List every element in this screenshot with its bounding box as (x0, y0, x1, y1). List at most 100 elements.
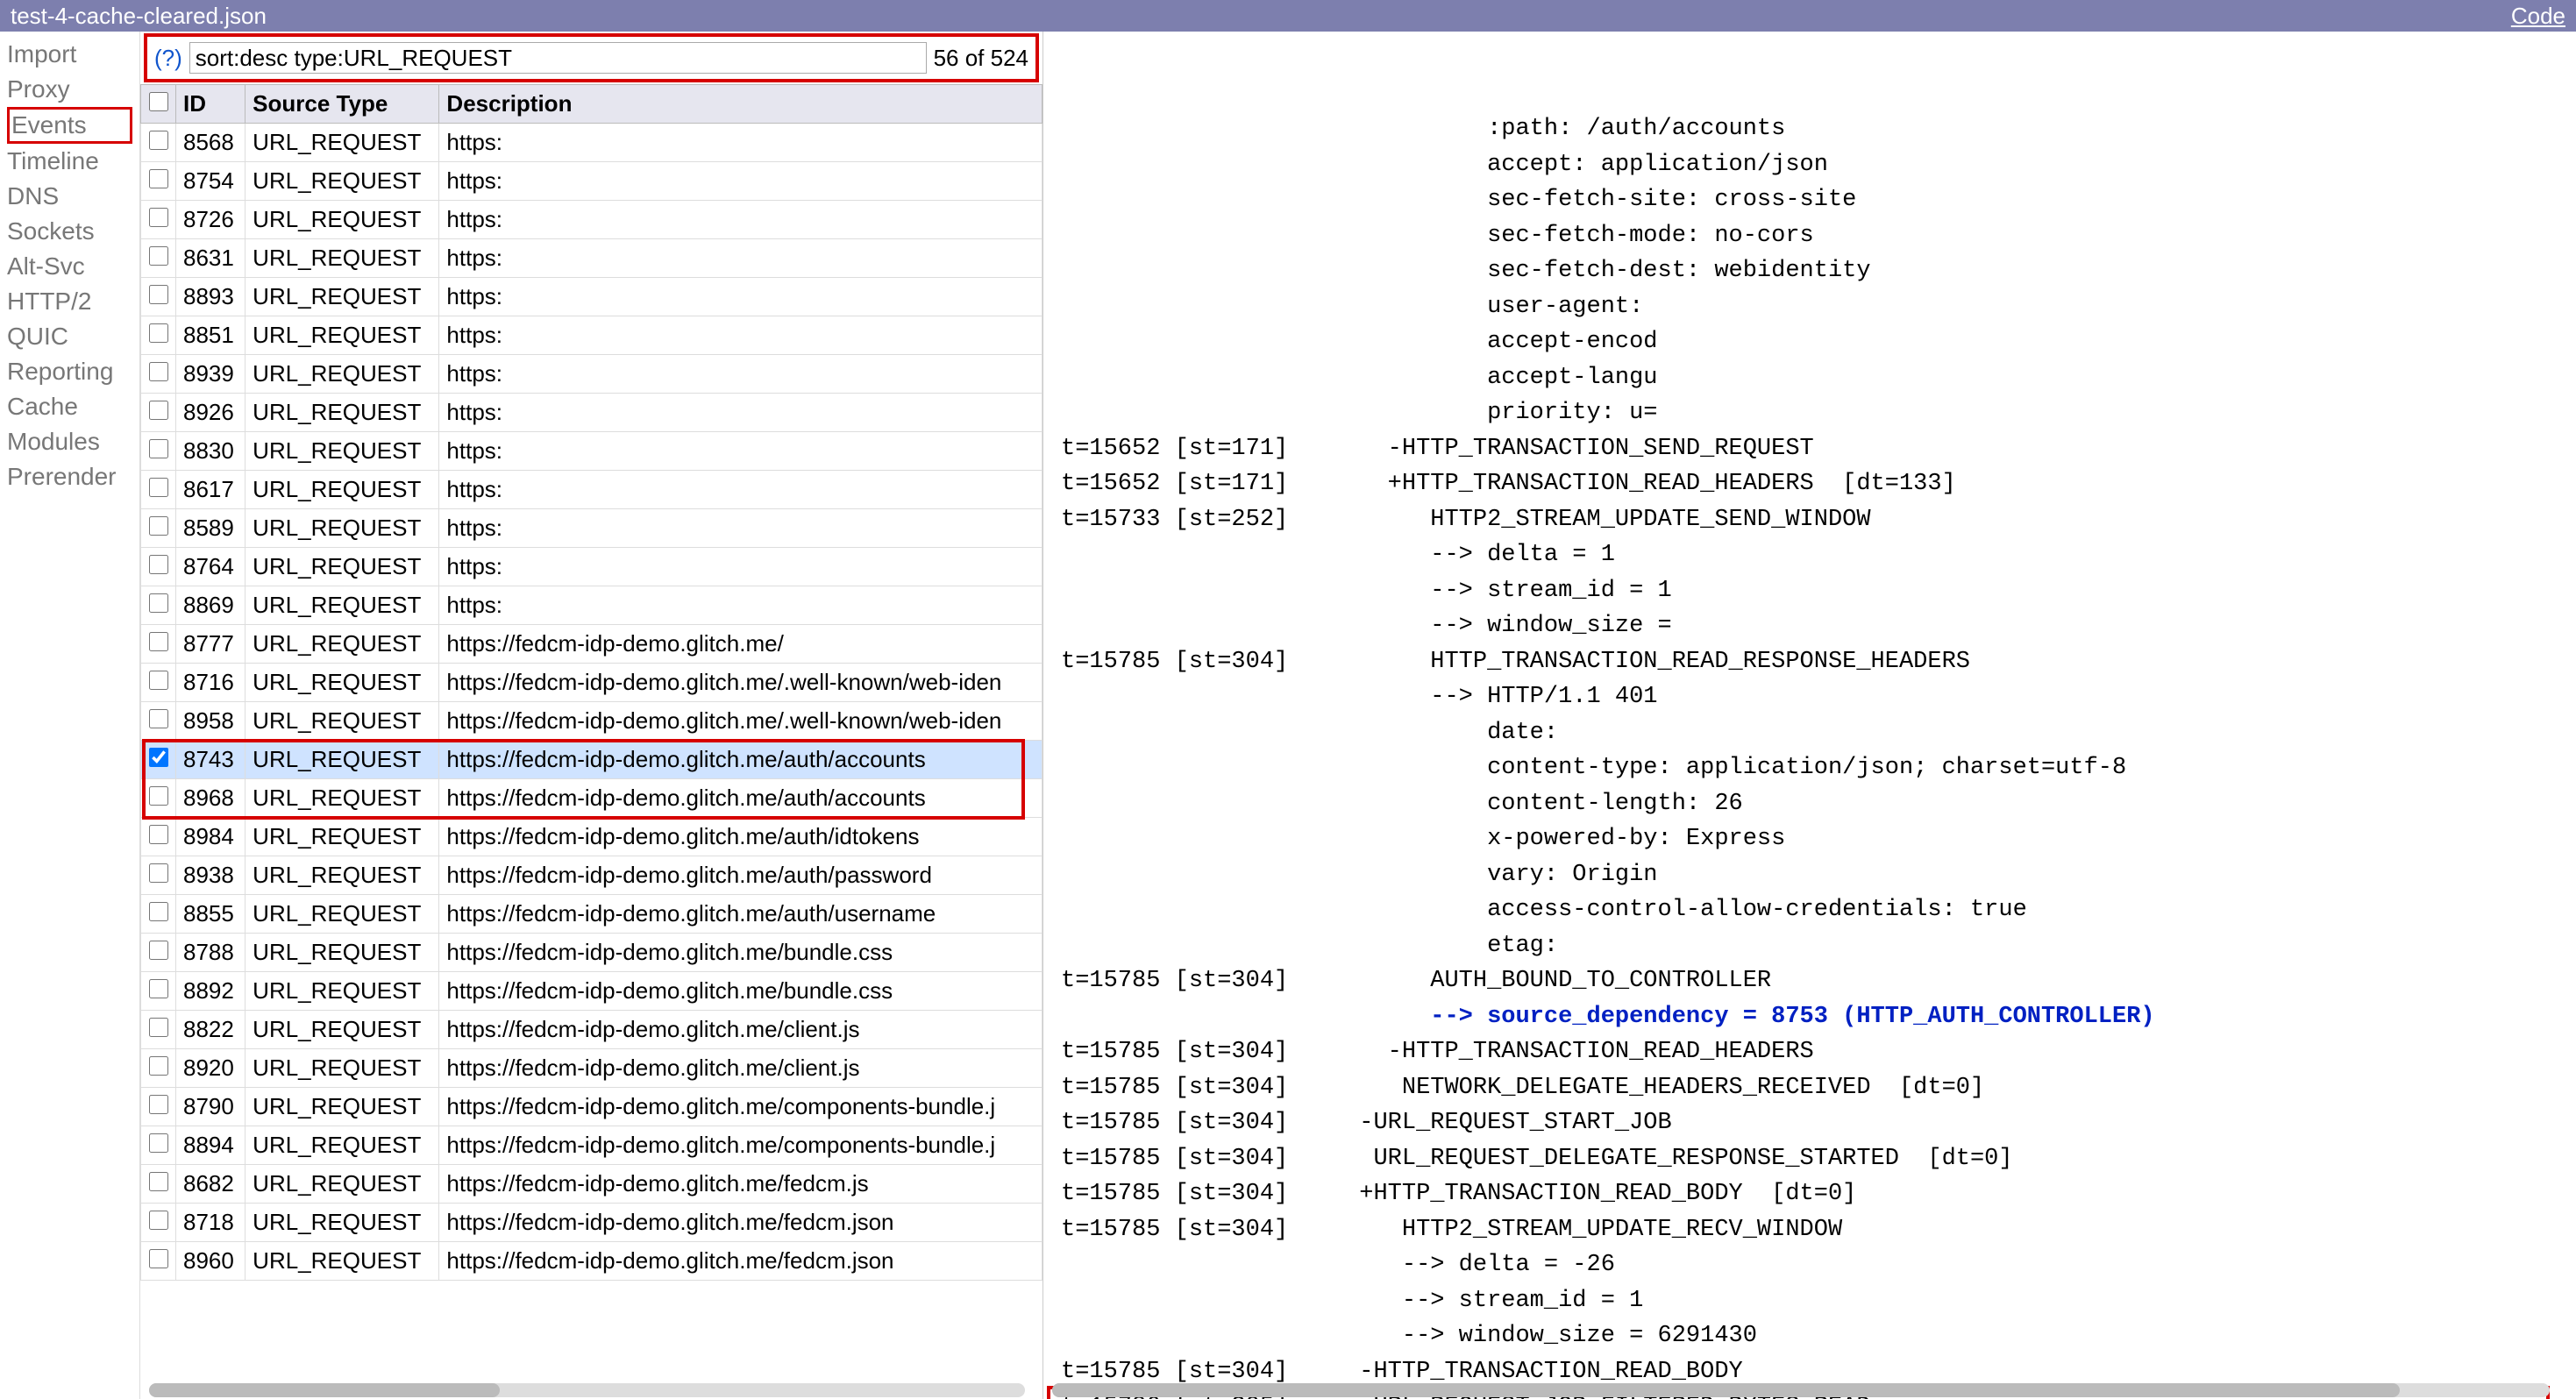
table-row[interactable]: 8754URL_REQUESThttps: (141, 162, 1042, 201)
col-desc[interactable]: Description (439, 85, 1042, 124)
table-row[interactable]: 8682URL_REQUESThttps://fedcm-idp-demo.gl… (141, 1165, 1042, 1204)
nav-item-alt-svc[interactable]: Alt-Svc (7, 249, 132, 284)
nav-item-prerender[interactable]: Prerender (7, 459, 132, 494)
nav-item-timeline[interactable]: Timeline (7, 144, 132, 179)
nav-item-reporting[interactable]: Reporting (7, 354, 132, 389)
table-row[interactable]: 8855URL_REQUESThttps://fedcm-idp-demo.gl… (141, 895, 1042, 934)
table-row[interactable]: 8894URL_REQUESThttps://fedcm-idp-demo.gl… (141, 1126, 1042, 1165)
row-checkbox[interactable] (149, 516, 168, 536)
filter-input[interactable] (189, 42, 927, 74)
table-row[interactable]: 8718URL_REQUESThttps://fedcm-idp-demo.gl… (141, 1204, 1042, 1242)
log-line: :path: /auth/accounts (1061, 111, 2558, 147)
row-checkbox[interactable] (149, 1133, 168, 1153)
row-checkbox[interactable] (149, 246, 168, 266)
row-checkbox[interactable] (149, 1249, 168, 1268)
table-row[interactable]: 8790URL_REQUESThttps://fedcm-idp-demo.gl… (141, 1088, 1042, 1126)
row-checkbox[interactable] (149, 401, 168, 420)
filter-help-link[interactable]: (?) (154, 45, 182, 72)
col-source[interactable]: Source Type (246, 85, 439, 124)
cell-id: 8822 (176, 1011, 246, 1049)
table-row[interactable]: 8892URL_REQUESThttps://fedcm-idp-demo.gl… (141, 972, 1042, 1011)
code-link[interactable]: Code (2511, 3, 2565, 30)
table-row[interactable]: 8968URL_REQUESThttps://fedcm-idp-demo.gl… (141, 779, 1042, 818)
row-checkbox[interactable] (149, 709, 168, 728)
table-row[interactable]: 8617URL_REQUESThttps: (141, 471, 1042, 509)
table-row[interactable]: 8788URL_REQUESThttps://fedcm-idp-demo.gl… (141, 934, 1042, 972)
table-row[interactable]: 8726URL_REQUESThttps: (141, 201, 1042, 239)
detail-h-scrollbar[interactable] (1052, 1383, 2550, 1397)
table-row[interactable]: 8920URL_REQUESThttps://fedcm-idp-demo.gl… (141, 1049, 1042, 1088)
event-detail-panel[interactable]: :path: /auth/accounts accept: applicatio… (1043, 32, 2576, 1399)
row-checkbox[interactable] (149, 169, 168, 188)
h-scrollbar[interactable] (149, 1383, 1025, 1397)
row-checkbox[interactable] (149, 555, 168, 574)
table-row[interactable]: 8958URL_REQUESThttps://fedcm-idp-demo.gl… (141, 702, 1042, 741)
table-row[interactable]: 8851URL_REQUESThttps: (141, 316, 1042, 355)
nav-item-http-2[interactable]: HTTP/2 (7, 284, 132, 319)
row-checkbox[interactable] (149, 1095, 168, 1114)
col-id[interactable]: ID (176, 85, 246, 124)
table-row[interactable]: 8869URL_REQUESThttps: (141, 586, 1042, 625)
table-row[interactable]: 8822URL_REQUESThttps://fedcm-idp-demo.gl… (141, 1011, 1042, 1049)
row-checkbox[interactable] (149, 632, 168, 651)
cell-desc: https: (439, 394, 1042, 432)
table-row[interactable]: 8893URL_REQUESThttps: (141, 278, 1042, 316)
select-all-checkbox[interactable] (149, 92, 168, 111)
nav-item-import[interactable]: Import (7, 37, 132, 72)
table-row[interactable]: 8830URL_REQUESThttps: (141, 432, 1042, 471)
row-checkbox[interactable] (149, 131, 168, 150)
nav-item-modules[interactable]: Modules (7, 424, 132, 459)
table-row[interactable]: 8960URL_REQUESThttps://fedcm-idp-demo.gl… (141, 1242, 1042, 1281)
log-line: --> HTTP/1.1 401 (1061, 679, 2558, 715)
events-table-scroll[interactable]: ID Source Type Description 8568URL_REQUE… (140, 84, 1042, 1399)
nav-item-sockets[interactable]: Sockets (7, 214, 132, 249)
row-checkbox[interactable] (149, 863, 168, 883)
log-line: user-agent: (1061, 289, 2558, 325)
nav-item-dns[interactable]: DNS (7, 179, 132, 214)
row-checkbox[interactable] (149, 593, 168, 613)
table-row[interactable]: 8984URL_REQUESThttps://fedcm-idp-demo.gl… (141, 818, 1042, 856)
row-checkbox[interactable] (149, 671, 168, 690)
table-row[interactable]: 8716URL_REQUESThttps://fedcm-idp-demo.gl… (141, 664, 1042, 702)
row-checkbox[interactable] (149, 285, 168, 304)
row-checkbox[interactable] (149, 208, 168, 227)
cell-desc: https: (439, 586, 1042, 625)
log-line: t=15785 [st=304] AUTH_BOUND_TO_CONTROLLE… (1061, 963, 2558, 999)
row-checkbox[interactable] (149, 748, 168, 767)
log-line: date: (1061, 715, 2558, 751)
row-checkbox[interactable] (149, 323, 168, 343)
row-checkbox[interactable] (149, 1211, 168, 1230)
nav-item-proxy[interactable]: Proxy (7, 72, 132, 107)
row-checkbox[interactable] (149, 1056, 168, 1076)
table-row[interactable]: 8631URL_REQUESThttps: (141, 239, 1042, 278)
log-line: priority: u= (1061, 395, 2558, 431)
nav-item-events[interactable]: Events (7, 107, 132, 144)
row-checkbox[interactable] (149, 941, 168, 960)
row-checkbox[interactable] (149, 786, 168, 806)
log-line: t=15785 [st=304] URL_REQUEST_DELEGATE_RE… (1061, 1141, 2558, 1177)
table-row[interactable]: 8777URL_REQUESThttps://fedcm-idp-demo.gl… (141, 625, 1042, 664)
table-row[interactable]: 8926URL_REQUESThttps: (141, 394, 1042, 432)
cell-desc: https://fedcm-idp-demo.glitch.me/auth/ac… (439, 779, 1042, 818)
cell-desc: https://fedcm-idp-demo.glitch.me/ (439, 625, 1042, 664)
table-row[interactable]: 8939URL_REQUESThttps: (141, 355, 1042, 394)
table-row[interactable]: 8764URL_REQUESThttps: (141, 548, 1042, 586)
row-checkbox[interactable] (149, 825, 168, 844)
table-row[interactable]: 8568URL_REQUESThttps: (141, 124, 1042, 162)
row-checkbox[interactable] (149, 902, 168, 921)
row-checkbox[interactable] (149, 362, 168, 381)
table-row[interactable]: 8743URL_REQUESThttps://fedcm-idp-demo.gl… (141, 741, 1042, 779)
table-row[interactable]: 8938URL_REQUESThttps://fedcm-idp-demo.gl… (141, 856, 1042, 895)
row-checkbox[interactable] (149, 979, 168, 998)
log-line: content-type: application/json; charset=… (1061, 750, 2558, 786)
nav-item-cache[interactable]: Cache (7, 389, 132, 424)
cell-desc: https: (439, 548, 1042, 586)
filter-count: 56 of 524 (934, 45, 1028, 72)
row-checkbox[interactable] (149, 439, 168, 458)
cell-desc: https://fedcm-idp-demo.glitch.me/bundle.… (439, 972, 1042, 1011)
row-checkbox[interactable] (149, 1018, 168, 1037)
table-row[interactable]: 8589URL_REQUESThttps: (141, 509, 1042, 548)
nav-item-quic[interactable]: QUIC (7, 319, 132, 354)
row-checkbox[interactable] (149, 478, 168, 497)
row-checkbox[interactable] (149, 1172, 168, 1191)
